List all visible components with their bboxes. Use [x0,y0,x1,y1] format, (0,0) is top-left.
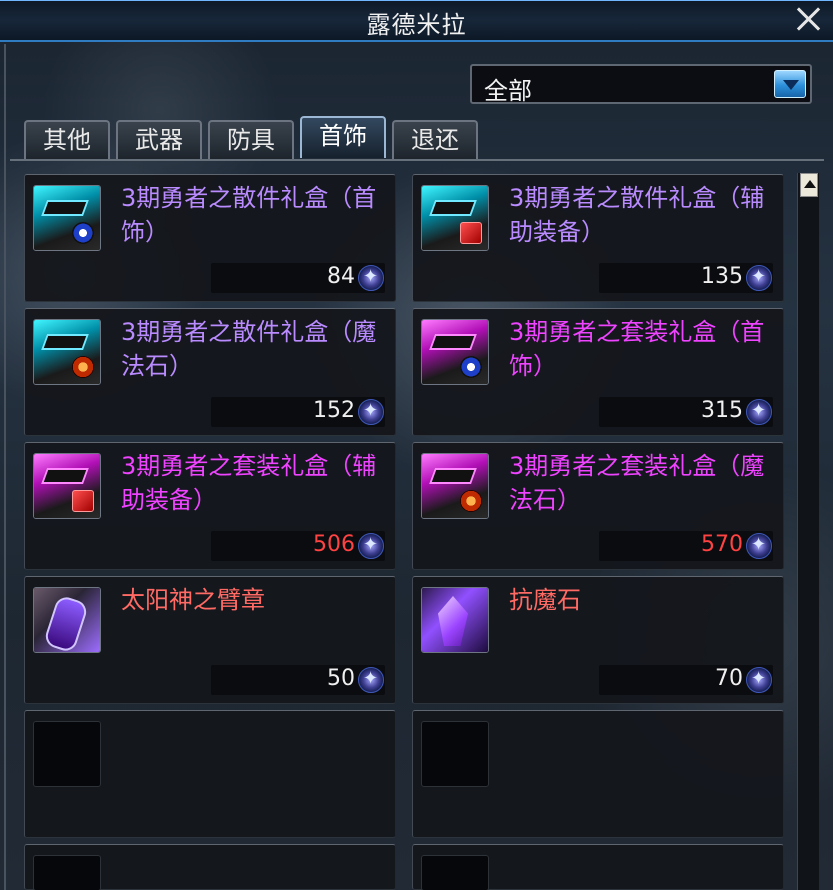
coin-icon [358,265,384,291]
empty-shop-slot [24,844,396,890]
shop-item[interactable]: 3期勇者之散件礼盒（首饰） 84 [24,174,396,302]
chevron-down-icon[interactable] [774,70,806,98]
item-price: 84 [327,264,355,289]
item-price: 70 [715,666,743,691]
coin-icon [358,533,384,559]
category-filter-dropdown[interactable]: 全部 [470,64,812,105]
title-bar: 露德米拉 [0,0,833,42]
tab-weapons[interactable]: 武器 [116,120,202,160]
tab-accessories[interactable]: 首饰 [300,116,386,158]
empty-shop-slot [412,710,784,838]
scroll-up-icon[interactable] [800,173,818,197]
item-name: 3期勇者之散件礼盒（魔法石） [121,318,377,380]
coin-icon [358,667,384,693]
empty-item-icon [33,855,101,890]
empty-item-icon [33,721,101,787]
item-name: 太阳神之臂章 [121,586,265,614]
price-bar: 570 [599,531,773,561]
price-bar: 135 [599,263,773,293]
item-name: 3期勇者之散件礼盒（辅助装备） [509,184,765,246]
filter-selected-value: 全部 [484,77,532,105]
shop-item[interactable]: 3期勇者之套装礼盒（辅助装备） 506 [24,442,396,570]
close-icon[interactable] [793,3,825,35]
price-bar: 70 [599,665,773,695]
coin-icon [746,265,772,291]
gift-box-cyan-stone-icon [33,319,101,385]
price-bar: 84 [211,263,385,293]
empty-item-icon [421,855,489,890]
shop-item[interactable]: 3期勇者之散件礼盒（辅助装备） 135 [412,174,784,302]
gift-box-cyan-ring-icon [33,185,101,251]
item-price: 50 [327,666,355,691]
window-title: 露德米拉 [366,11,467,39]
item-name: 抗魔石 [509,586,581,614]
item-price: 315 [701,398,743,423]
armband-icon [33,587,101,653]
coin-icon [746,533,772,559]
price-bar: 50 [211,665,385,695]
item-name: 3期勇者之套装礼盒（辅助装备） [121,452,377,514]
tab-armor[interactable]: 防具 [208,120,294,160]
item-price: 135 [701,264,743,289]
shop-item[interactable]: 太阳神之臂章 50 [24,576,396,704]
coin-icon [746,399,772,425]
gift-box-purple-stone-icon [421,453,489,519]
empty-shop-slot [412,844,784,890]
item-name: 3期勇者之套装礼盒（魔法石） [509,452,765,514]
item-price: 506 [313,532,355,557]
gift-box-purple-ring-icon [421,319,489,385]
shop-item[interactable]: 抗魔石 70 [412,576,784,704]
gift-box-cyan-card-icon [421,185,489,251]
vertical-scrollbar[interactable] [797,173,819,890]
item-name: 3期勇者之散件礼盒（首饰） [121,184,377,246]
gift-box-purple-card-icon [33,453,101,519]
item-price: 152 [313,398,355,423]
item-price: 570 [701,532,743,557]
empty-shop-slot [24,710,396,838]
tab-return[interactable]: 退还 [392,120,478,160]
shop-item[interactable]: 3期勇者之套装礼盒（首饰） 315 [412,308,784,436]
tab-divider [10,159,824,161]
price-bar: 152 [211,397,385,427]
shop-item[interactable]: 3期勇者之散件礼盒（魔法石） 152 [24,308,396,436]
tab-other[interactable]: 其他 [24,120,110,160]
item-name: 3期勇者之套装礼盒（首饰） [509,318,765,380]
shop-window: 露德米拉 全部 其他 武器 防具 首饰 退还 3期勇者之散件礼盒（首饰） 84 … [0,0,833,890]
left-frame-line [4,44,6,890]
price-bar: 506 [211,531,385,561]
shop-item[interactable]: 3期勇者之套装礼盒（魔法石） 570 [412,442,784,570]
shop-item-grid: 3期勇者之散件礼盒（首饰） 84 3期勇者之散件礼盒（辅助装备） 135 3期勇… [24,174,786,890]
coin-icon [358,399,384,425]
empty-item-icon [421,721,489,787]
crystal-icon [421,587,489,653]
price-bar: 315 [599,397,773,427]
shop-tabs: 其他 武器 防具 首饰 退还 [24,116,478,160]
coin-icon [746,667,772,693]
